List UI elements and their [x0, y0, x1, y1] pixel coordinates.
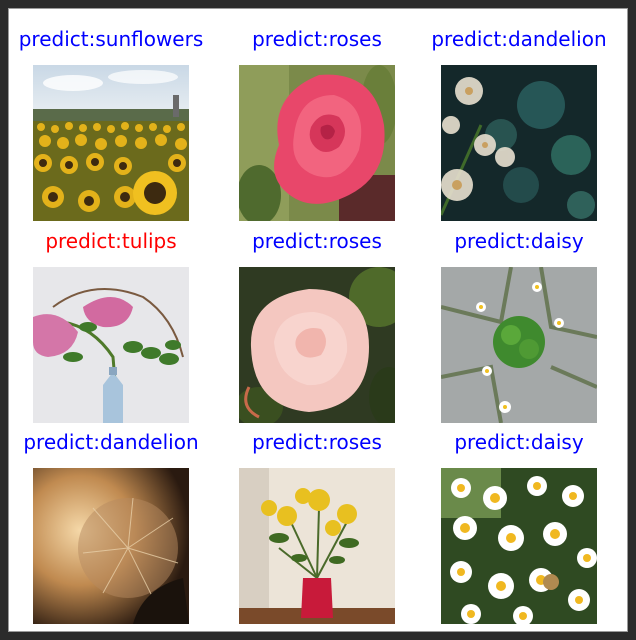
grid-cell-1: predict:sunflowers [11, 27, 211, 227]
prediction-label-3: predict:dandelion [431, 27, 607, 51]
prediction-label-7: predict:dandelion [23, 430, 199, 454]
grid-cell-9: predict:daisy [419, 430, 619, 630]
dandelion-seedhead-photo [33, 468, 189, 624]
prediction-label-2: predict:roses [252, 27, 382, 51]
prediction-label-9: predict:daisy [454, 430, 584, 454]
figure-panel: predict:sunflowers predict:roses predict… [8, 8, 628, 632]
daisy-field-photo [441, 468, 597, 624]
pink-flowers-vase-photo [33, 267, 189, 423]
daisies-on-stone-photo [441, 267, 597, 423]
yellow-roses-vase-photo [239, 468, 395, 624]
prediction-label-6: predict:daisy [454, 229, 584, 253]
sunflower-field-photo [33, 65, 189, 221]
pink-rose-photo [239, 267, 395, 423]
red-rose-photo [239, 65, 395, 221]
grid-cell-8: predict:roses [217, 430, 417, 630]
prediction-label-4: predict:tulips [45, 229, 177, 253]
grid-cell-2: predict:roses [217, 27, 417, 227]
prediction-label-1: predict:sunflowers [18, 27, 204, 51]
grid-cell-7: predict:dandelion [11, 430, 211, 630]
grid-cell-4: predict:tulips [11, 229, 211, 429]
dandelion-bokeh-photo [441, 65, 597, 221]
prediction-label-8: predict:roses [252, 430, 382, 454]
prediction-label-5: predict:roses [252, 229, 382, 253]
grid-cell-3: predict:dandelion [419, 27, 619, 227]
grid-cell-5: predict:roses [217, 229, 417, 429]
grid-cell-6: predict:daisy [419, 229, 619, 429]
